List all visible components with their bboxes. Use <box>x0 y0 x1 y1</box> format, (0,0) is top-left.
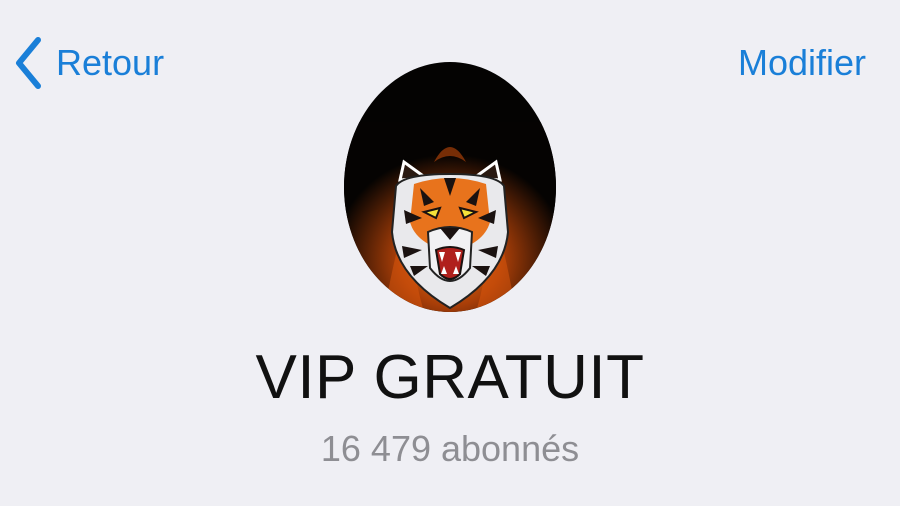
back-button[interactable]: Retour <box>14 36 164 90</box>
tiger-logo-image <box>344 62 556 312</box>
channel-avatar[interactable] <box>344 62 556 312</box>
edit-button[interactable]: Modifier <box>738 36 866 90</box>
channel-title: VIP GRATUIT <box>255 343 645 412</box>
back-label: Retour <box>56 42 165 83</box>
chevron-left-icon <box>16 37 41 89</box>
subscriber-count: 16 479 abonnés <box>320 428 580 469</box>
channel-info-screen: Retour Modifier VIP GRATUIT 16 479 abonn… <box>0 0 900 506</box>
